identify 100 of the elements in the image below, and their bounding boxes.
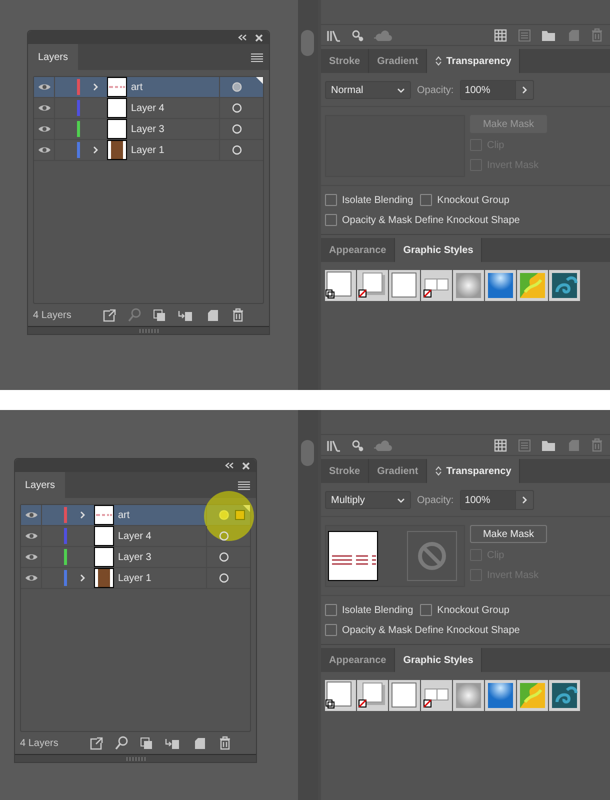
panel-tab[interactable]: Layers	[28, 44, 78, 70]
checkbox-label: Opacity & Mask Define Knockout Shape	[342, 214, 520, 226]
layer-thumbnail	[107, 140, 127, 160]
libraries-icon[interactable]	[327, 28, 341, 42]
layer-row[interactable]: Layer 3	[21, 547, 250, 568]
panel-tab[interactable]: Transparency	[427, 49, 520, 73]
layer-row[interactable]: Layer 4	[34, 98, 263, 119]
folder-icon[interactable]	[541, 438, 556, 452]
graphic-style-swatch[interactable]	[517, 270, 548, 301]
search-icon[interactable]	[115, 736, 128, 750]
close-icon[interactable]	[255, 34, 263, 42]
export-icon[interactable]	[90, 736, 103, 750]
panel-tab[interactable]: Graphic Styles	[395, 648, 482, 672]
eye-icon[interactable]	[38, 146, 50, 154]
collapse-icon[interactable]	[238, 34, 247, 41]
chevron-icon[interactable]	[80, 574, 84, 582]
chevron-icon[interactable]	[80, 511, 84, 519]
mask-icon[interactable]	[140, 736, 153, 750]
collapse-icon[interactable]	[225, 462, 234, 469]
eye-icon[interactable]	[38, 104, 50, 112]
no-mask-icon	[417, 541, 447, 571]
panel-tab[interactable]: Transparency	[427, 459, 520, 483]
checkbox-label: Knockout Group	[437, 604, 510, 616]
layer-thumbnail	[107, 98, 127, 118]
options-toggle-icon[interactable]	[435, 466, 442, 476]
layer-row[interactable]: Layer 4	[21, 526, 250, 547]
eye-icon[interactable]	[24, 532, 38, 540]
eye-icon[interactable]	[24, 574, 38, 582]
graphic-style-swatch[interactable]	[549, 270, 580, 301]
scrollbar-thumb[interactable]	[301, 440, 314, 466]
target-icon[interactable]	[232, 103, 242, 113]
checkbox-label: Opacity & Mask Define Knockout Shape	[342, 624, 520, 636]
blend-mode-dropdown[interactable]: Multiply	[325, 491, 411, 509]
resize-grip-icon[interactable]	[138, 328, 158, 332]
graphic-style-swatch[interactable]	[549, 680, 580, 711]
trash-icon[interactable]	[218, 736, 232, 750]
menu-icon[interactable]	[251, 52, 263, 62]
checkbox[interactable]	[325, 604, 337, 616]
new-item-icon[interactable]	[205, 308, 219, 322]
layer-thumbnail	[107, 77, 127, 97]
graphic-style-swatch[interactable]	[453, 680, 484, 711]
target-icon[interactable]	[219, 573, 229, 583]
target-icon[interactable]	[232, 124, 242, 134]
scrollbar-thumb[interactable]	[301, 30, 314, 56]
panel-tab[interactable]: Layers	[15, 472, 66, 498]
trash-icon[interactable]	[231, 308, 245, 322]
graphic-style-swatch[interactable]	[485, 680, 516, 711]
sublayer-icon[interactable]	[178, 308, 193, 322]
opacity-label: Opacity:	[417, 84, 454, 96]
checkbox[interactable]	[325, 624, 337, 636]
checkbox[interactable]	[325, 214, 337, 226]
layer-thumbnail	[94, 547, 114, 567]
new-item-icon[interactable]	[192, 736, 206, 750]
layer-row[interactable]: art	[21, 505, 250, 526]
grid-icon[interactable]	[494, 28, 508, 42]
layer-row[interactable]: Layer 3	[34, 119, 263, 140]
export-icon[interactable]	[103, 308, 116, 322]
target-icon[interactable]	[219, 531, 229, 541]
make-mask-button[interactable]: Make Mask	[470, 525, 547, 543]
libraries-icon[interactable]	[327, 438, 341, 452]
layer-thumbnail	[94, 505, 114, 525]
graphic-style-swatch[interactable]	[485, 270, 516, 301]
panel-tab[interactable]: Stroke	[321, 459, 370, 483]
layer-row[interactable]: art	[34, 77, 263, 98]
folder-icon[interactable]	[541, 28, 556, 42]
graphic-style-swatch[interactable]	[517, 680, 548, 711]
layer-row[interactable]: Layer 1	[21, 568, 250, 589]
corner-mark-icon	[256, 77, 263, 84]
link-icon[interactable]	[351, 438, 364, 452]
layer-name: art	[131, 82, 144, 92]
chevron-icon[interactable]	[92, 83, 98, 91]
resize-grip-icon[interactable]	[126, 756, 146, 760]
panel-tab[interactable]: Graphic Styles	[395, 238, 482, 262]
checkbox[interactable]	[420, 194, 432, 206]
checkbox[interactable]	[325, 194, 337, 206]
eye-icon[interactable]	[24, 553, 38, 561]
target-icon[interactable]	[232, 82, 242, 92]
corner-mark-icon	[243, 505, 250, 512]
target-icon[interactable]	[232, 145, 242, 155]
menu-icon[interactable]	[238, 480, 250, 490]
grid-icon[interactable]	[494, 438, 508, 452]
eye-icon[interactable]	[38, 83, 50, 91]
layer-row[interactable]: Layer 1	[34, 140, 263, 161]
link-icon[interactable]	[351, 28, 364, 42]
chevron-icon[interactable]	[92, 146, 98, 154]
close-icon[interactable]	[242, 462, 250, 470]
options-toggle-icon[interactable]	[435, 56, 442, 66]
target-icon[interactable]	[219, 552, 229, 562]
sublayer-icon[interactable]	[165, 736, 180, 750]
opacity-label: Opacity:	[417, 494, 454, 506]
eye-icon[interactable]	[38, 125, 50, 133]
checkbox[interactable]	[420, 604, 432, 616]
mask-icon[interactable]	[153, 308, 166, 322]
layer-count: 4 Layers	[33, 310, 72, 320]
graphic-style-swatch[interactable]	[453, 270, 484, 301]
panel-tab[interactable]: Stroke	[321, 49, 370, 73]
blend-mode-dropdown[interactable]: Normal	[325, 81, 411, 99]
layer-thumbnail	[107, 119, 127, 139]
eye-icon[interactable]	[24, 511, 38, 519]
checkbox-label: Isolate Blending	[342, 604, 414, 616]
